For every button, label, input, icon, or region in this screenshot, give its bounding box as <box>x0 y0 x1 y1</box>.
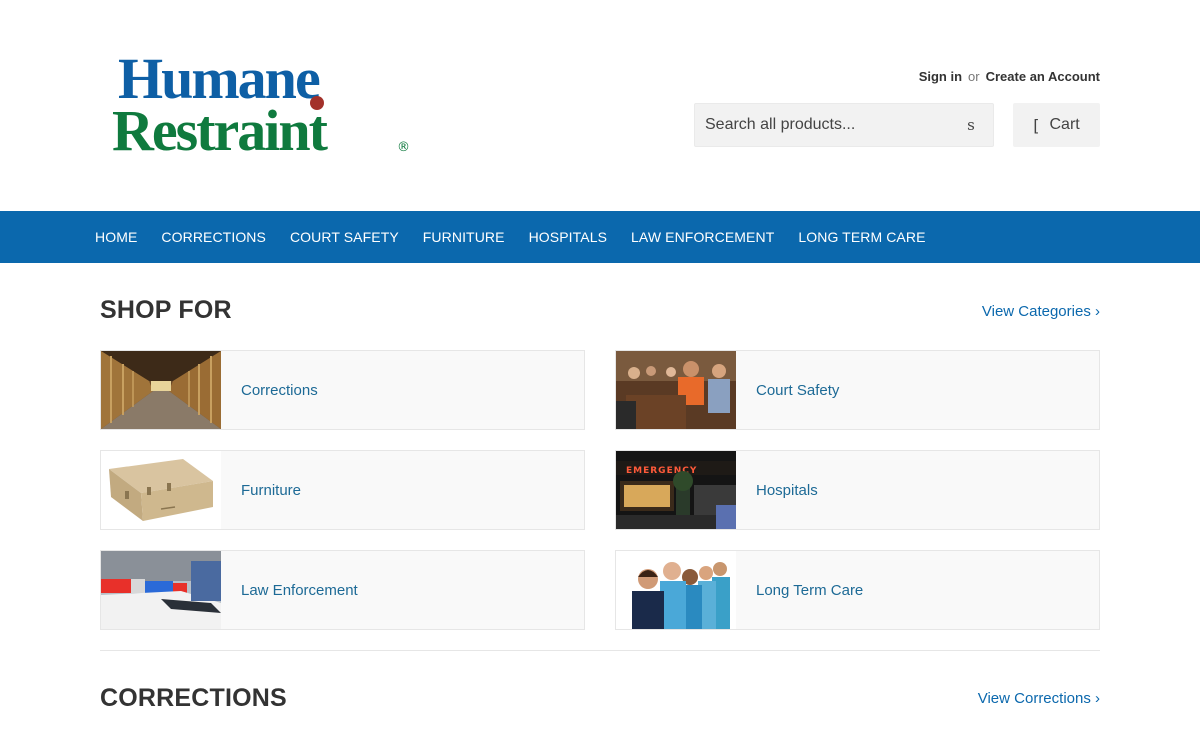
registered-mark: ® <box>397 140 410 155</box>
corrections-heading: CORRECTIONS <box>100 684 287 712</box>
or-separator: or <box>968 69 980 84</box>
court-safety-thumbnail <box>616 351 736 429</box>
nav-item-corrections[interactable]: CORRECTIONS <box>161 229 266 245</box>
logo-line-2: Restraint <box>112 98 329 160</box>
category-label: Court Safety <box>756 381 840 399</box>
category-label: Long Term Care <box>756 581 864 599</box>
shop-for-heading: SHOP FOR <box>100 296 232 324</box>
logo-graphic: Humane Restraint ® <box>112 50 410 160</box>
category-label: Hospitals <box>756 481 818 499</box>
category-card-furniture[interactable]: Furniture <box>100 450 585 530</box>
cart-icon: [ <box>1033 115 1040 135</box>
category-card-corrections[interactable]: Corrections <box>100 350 585 430</box>
category-card-hospitals[interactable]: EMERGENCY Hospitals <box>615 450 1100 530</box>
category-label: Corrections <box>241 381 318 399</box>
cart-label: Cart <box>1049 116 1080 133</box>
nav-item-home[interactable]: HOME <box>95 229 137 245</box>
medical-staff-image <box>616 551 736 629</box>
police-car-image <box>101 551 221 629</box>
search-icon[interactable]: s <box>949 104 993 146</box>
humane-restraint-logo[interactable]: Humane Restraint ® <box>110 50 420 160</box>
category-label: Furniture <box>241 481 302 499</box>
category-card-long-term-care[interactable]: Long Term Care <box>615 550 1100 630</box>
nav-item-law-enforcement[interactable]: LAW ENFORCEMENT <box>631 229 774 245</box>
hospitals-thumbnail: EMERGENCY <box>616 451 736 529</box>
view-categories-link[interactable]: View Categories › <box>982 303 1100 320</box>
section-divider <box>100 650 1100 651</box>
search-form: s <box>694 103 994 147</box>
category-card-court-safety[interactable]: Court Safety <box>615 350 1100 430</box>
sign-in-link[interactable]: Sign in <box>919 69 962 84</box>
nav-item-furniture[interactable]: FURNITURE <box>423 229 505 245</box>
emergency-entrance-image: EMERGENCY <box>616 451 736 529</box>
account-links: Sign in or Create an Account <box>919 69 1100 84</box>
category-label: Law Enforcement <box>241 581 358 599</box>
corrections-thumbnail <box>101 351 221 429</box>
nav-item-court-safety[interactable]: COURT SAFETY <box>290 229 399 245</box>
create-account-link[interactable]: Create an Account <box>986 69 1100 84</box>
law-enforcement-thumbnail <box>101 551 221 629</box>
prison-corridor-image <box>101 351 221 429</box>
long-term-care-thumbnail <box>616 551 736 629</box>
main-nav: HOME CORRECTIONS COURT SAFETY FURNITURE … <box>0 211 1200 263</box>
nav-item-hospitals[interactable]: HOSPITALS <box>529 229 607 245</box>
courtroom-image <box>616 351 736 429</box>
nav-item-long-term-care[interactable]: LONG TERM CARE <box>798 229 925 245</box>
category-card-law-enforcement[interactable]: Law Enforcement <box>100 550 585 630</box>
cart-button[interactable]: [ Cart <box>1013 103 1100 147</box>
site-header: Humane Restraint ® Sign in or Create an Ac… <box>0 0 1200 211</box>
view-corrections-link[interactable]: View Corrections › <box>978 690 1100 707</box>
bed-frame-image <box>101 451 221 529</box>
search-input[interactable] <box>695 104 945 146</box>
furniture-thumbnail <box>101 451 221 529</box>
